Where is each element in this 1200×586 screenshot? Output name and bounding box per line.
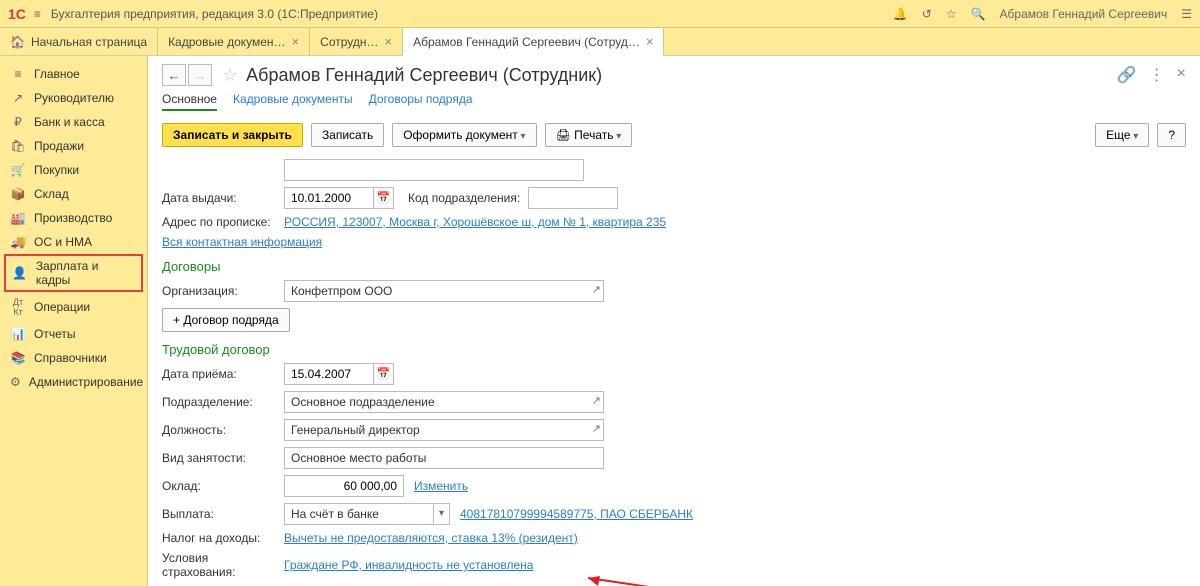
nav-manager[interactable]: ↗Руководителю <box>0 86 147 110</box>
star-icon[interactable]: ☆ <box>946 7 957 21</box>
burger-icon[interactable]: ≡ <box>34 7 41 21</box>
calendar-icon[interactable]: 📅 <box>374 187 394 209</box>
position-label: Должность: <box>162 423 284 437</box>
more-icon[interactable]: ⋮ <box>1149 65 1165 85</box>
issue-date-input[interactable] <box>284 187 374 209</box>
nav-catalogs[interactable]: 📚Справочники <box>0 346 147 370</box>
issue-date-label: Дата выдачи: <box>162 191 284 205</box>
make-document-button[interactable]: Оформить документ <box>392 123 536 147</box>
nav-sales[interactable]: 🛍Продажи <box>0 134 147 158</box>
more-button[interactable]: Еще <box>1095 123 1149 147</box>
search-icon[interactable]: 🔍 <box>971 7 986 21</box>
nav-reports[interactable]: 📊Отчеты <box>0 322 147 346</box>
address-link[interactable]: РОССИЯ, 123007, Москва г, Хорошёвское ш,… <box>284 215 666 229</box>
address-label: Адрес по прописке: <box>162 215 284 229</box>
link-icon[interactable]: 🔗 <box>1117 65 1137 85</box>
sidebar: ≡Главное ↗Руководителю ₽Банк и касса 🛍Пр… <box>0 56 148 586</box>
close-icon[interactable]: × <box>646 34 654 49</box>
history-icon[interactable]: ↺ <box>922 7 932 21</box>
dept-code-label: Код подразделения: <box>408 191 520 205</box>
nav-main[interactable]: ≡Главное <box>0 62 147 86</box>
close-icon[interactable]: × <box>292 34 300 49</box>
labor-contract-header: Трудовой договор <box>162 342 1186 357</box>
payment-select[interactable]: На счёт в банке <box>284 503 434 525</box>
open-icon[interactable]: ↗ <box>592 394 601 407</box>
nav-hr[interactable]: 👤Зарплата и кадры <box>4 254 143 292</box>
open-icon[interactable]: ↗ <box>592 283 601 296</box>
help-button[interactable]: ? <box>1157 123 1186 147</box>
tab-home[interactable]: 🏠Начальная страница <box>0 28 158 55</box>
dept-code-input[interactable] <box>528 187 618 209</box>
save-button[interactable]: Записать <box>311 123 384 147</box>
nav-bank[interactable]: ₽Банк и касса <box>0 110 147 134</box>
bank-account-link[interactable]: 40817810799994589775, ПАО СБЕРБАНК <box>460 507 693 521</box>
print-button[interactable]: 🖨 Печать <box>545 123 633 147</box>
tab-employees[interactable]: Сотрудн…× <box>310 28 403 55</box>
add-contract-button[interactable]: + Договор подряда <box>162 308 290 332</box>
save-close-button[interactable]: Записать и закрыть <box>162 123 303 147</box>
salary-input[interactable] <box>284 475 404 497</box>
department-label: Подразделение: <box>162 395 284 409</box>
org-select[interactable]: Конфетпром ООО↗ <box>284 280 604 302</box>
subnav-main[interactable]: Основное <box>162 92 217 111</box>
all-contacts-link[interactable]: Вся контактная информация <box>162 235 322 249</box>
insurance-link[interactable]: Граждане РФ, инвалидность не установлена <box>284 558 533 572</box>
nav-production[interactable]: 🏭Производство <box>0 206 147 230</box>
close-page-icon[interactable]: × <box>1177 65 1186 85</box>
logo-1c: 1C <box>8 6 26 22</box>
tab-employee-card[interactable]: Абрамов Геннадий Сергеевич (Сотруд…× <box>403 28 664 56</box>
position-select[interactable]: Генеральный директор↗ <box>284 419 604 441</box>
bell-icon[interactable]: 🔔 <box>893 7 908 21</box>
tax-label: Налог на доходы: <box>162 531 284 545</box>
subnav-hr-docs[interactable]: Кадровые документы <box>233 92 353 111</box>
nav-assets[interactable]: 🚚ОС и НМА <box>0 230 147 254</box>
department-select[interactable]: Основное подразделение↗ <box>284 391 604 413</box>
hire-date-label: Дата приёма: <box>162 367 284 381</box>
hire-date-input[interactable] <box>284 363 374 385</box>
empty-field[interactable] <box>284 159 584 181</box>
nav-warehouse[interactable]: 📦Склад <box>0 182 147 206</box>
employment-type-label: Вид занятости: <box>162 451 284 465</box>
contracts-header: Договоры <box>162 259 1186 274</box>
chevron-down-icon[interactable]: ▾ <box>434 503 450 525</box>
app-title: Бухгалтерия предприятия, редакция 3.0 (1… <box>51 7 378 21</box>
nav-purchases[interactable]: 🛒Покупки <box>0 158 147 182</box>
nav-admin[interactable]: ⚙Администрирование <box>0 370 147 394</box>
open-icon[interactable]: ↗ <box>592 422 601 435</box>
close-icon[interactable]: × <box>385 34 393 49</box>
payment-label: Выплата: <box>162 507 284 521</box>
favorite-icon[interactable]: ☆ <box>222 65 238 86</box>
salary-label: Оклад: <box>162 479 284 493</box>
nav-operations[interactable]: ДтКтОперации <box>0 292 147 322</box>
user-dropdown-icon[interactable]: ☰ <box>1181 7 1192 21</box>
back-button[interactable]: ← <box>162 64 186 86</box>
org-label: Организация: <box>162 284 284 298</box>
tab-hr-docs[interactable]: Кадровые докумен…× <box>158 28 310 55</box>
calendar-icon[interactable]: 📅 <box>374 363 394 385</box>
subnav-contracts[interactable]: Договоры подряда <box>369 92 473 111</box>
employment-type-select[interactable]: Основное место работы <box>284 447 604 469</box>
tax-link[interactable]: Вычеты не предоставляются, ставка 13% (р… <box>284 531 578 545</box>
user-name[interactable]: Абрамов Геннадий Сергеевич <box>1000 7 1168 21</box>
change-salary-link[interactable]: Изменить <box>414 479 468 493</box>
forward-button[interactable]: → <box>188 64 212 86</box>
insurance-label: Условия страхования: <box>162 551 284 579</box>
page-title: Абрамов Геннадий Сергеевич (Сотрудник) <box>246 65 602 86</box>
